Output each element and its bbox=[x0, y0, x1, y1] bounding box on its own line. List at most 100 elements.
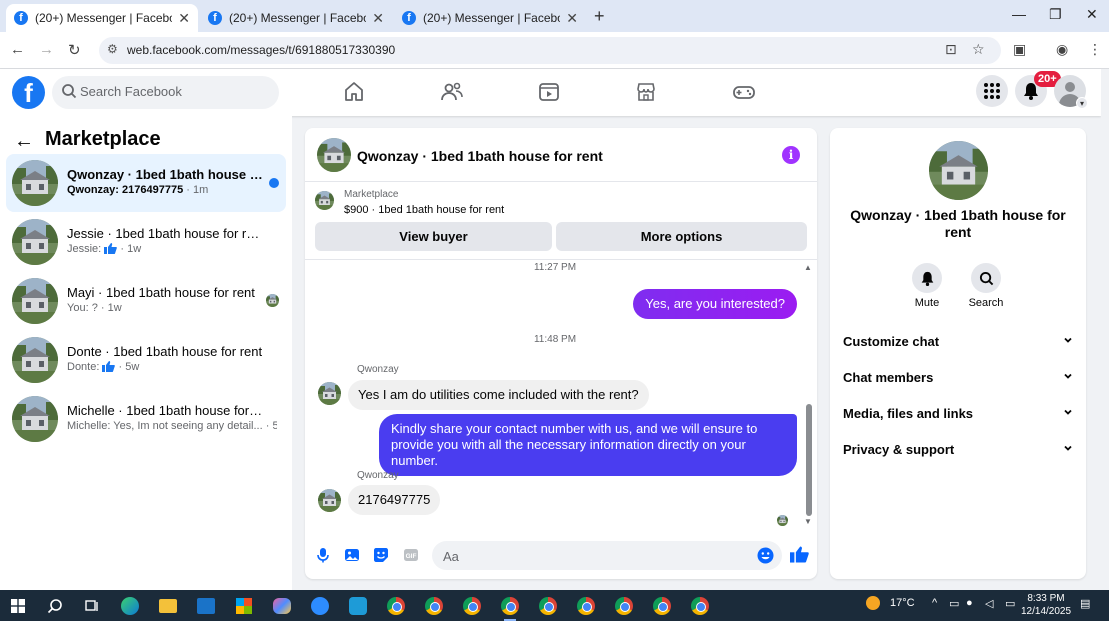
facebook-favicon-icon: f bbox=[14, 11, 28, 25]
task-view-icon[interactable] bbox=[79, 594, 103, 618]
app-tray-icon[interactable]: ● bbox=[966, 597, 973, 609]
sticker-icon[interactable] bbox=[373, 547, 389, 563]
chat-title[interactable]: Qwonzay · 1bed 1bath house for rent bbox=[357, 148, 603, 164]
chrome-icon[interactable] bbox=[498, 594, 522, 621]
forward-arrow-icon[interactable]: → bbox=[39, 41, 54, 58]
facebook-logo-icon[interactable]: f bbox=[12, 76, 45, 109]
search-conversation-button[interactable]: Search bbox=[956, 263, 1016, 309]
facebook-header: f Search Facebook 20+ ▾ bbox=[0, 69, 1101, 116]
message-list[interactable]: 11:27 PM Yes, are you interested? 11:48 … bbox=[305, 261, 817, 531]
close-tab-icon[interactable]: ✕ bbox=[566, 10, 578, 27]
tab-search-icon[interactable]: ▣ bbox=[1013, 41, 1026, 58]
conversation-item-jessie[interactable]: Jessie · 1bed 1bath house for rent Jessi… bbox=[6, 213, 286, 271]
back-arrow-icon[interactable]: ← bbox=[10, 41, 25, 58]
video-icon[interactable] bbox=[537, 80, 561, 104]
message-sender: Qwonzay bbox=[357, 470, 399, 481]
message-scrollbar[interactable] bbox=[806, 404, 812, 516]
menu-grid-button[interactable] bbox=[976, 75, 1008, 107]
edge-icon[interactable] bbox=[118, 594, 142, 618]
thumbs-up-icon bbox=[102, 361, 116, 372]
network-icon[interactable]: ▭ bbox=[949, 597, 959, 610]
browser-tab-2[interactable]: f (20+) Messenger | Facebook ✕ bbox=[200, 4, 392, 32]
chrome-icon[interactable] bbox=[384, 594, 408, 618]
reload-icon[interactable]: ↻ bbox=[68, 41, 81, 59]
conversation-item-mayi[interactable]: Mayi · 1bed 1bath house for rent You: ? … bbox=[6, 272, 286, 330]
photo-icon[interactable] bbox=[344, 547, 360, 563]
scroll-up-arrow-icon[interactable]: ▲ bbox=[804, 263, 812, 272]
chat-avatar[interactable] bbox=[317, 138, 351, 172]
search-icon[interactable] bbox=[43, 594, 67, 618]
microsoft-store-icon[interactable] bbox=[232, 594, 256, 618]
browser-menu-icon[interactable]: ⋮ bbox=[1088, 41, 1102, 58]
chrome-icon[interactable] bbox=[688, 594, 712, 618]
chrome-icon[interactable] bbox=[460, 594, 484, 618]
message-input[interactable]: Aa bbox=[432, 541, 782, 570]
site-info-icon[interactable]: ⚙ bbox=[107, 42, 118, 56]
close-tab-icon[interactable]: ✕ bbox=[372, 10, 384, 27]
sender-avatar bbox=[318, 489, 341, 512]
tab-title: (20+) Messenger | Facebook bbox=[35, 11, 172, 25]
gif-icon[interactable]: GIF bbox=[403, 547, 419, 563]
temperature[interactable]: 17°C bbox=[890, 597, 915, 609]
system-clock[interactable]: 8:33 PM 12/14/2025 bbox=[1021, 592, 1071, 618]
minimize-icon[interactable]: — bbox=[1012, 6, 1026, 22]
windows-taskbar: 17°C ^ ▭ ● ◁ ▭ 8:33 PM 12/14/2025 ▤ bbox=[0, 590, 1109, 621]
restore-icon[interactable]: ❐ bbox=[1049, 6, 1062, 23]
like-icon[interactable] bbox=[790, 545, 809, 564]
bookmark-star-icon[interactable]: ☆ bbox=[972, 41, 985, 58]
incoming-message[interactable]: Yes I am do utilities come included with… bbox=[348, 380, 649, 410]
outgoing-message[interactable]: Yes, are you interested? bbox=[633, 289, 797, 319]
emoji-icon[interactable] bbox=[757, 547, 774, 564]
chevron-down-icon[interactable]: ▾ bbox=[1076, 97, 1088, 109]
customize-chat-row[interactable]: Customize chat bbox=[843, 334, 1073, 354]
message-composer: GIF Aa bbox=[305, 536, 817, 579]
browser-tab-3[interactable]: f (20+) Messenger | Facebook ✕ bbox=[394, 4, 586, 32]
home-icon[interactable] bbox=[342, 80, 366, 104]
conversation-item-donte[interactable]: Donte · 1bed 1bath house for rent Donte:… bbox=[6, 331, 286, 389]
install-app-icon[interactable]: ⊡ bbox=[945, 41, 957, 58]
close-tab-icon[interactable]: ✕ bbox=[178, 10, 190, 27]
friends-icon[interactable] bbox=[440, 80, 464, 104]
notification-center-icon[interactable]: ▤ bbox=[1080, 597, 1090, 610]
close-window-icon[interactable]: ✕ bbox=[1086, 6, 1098, 23]
show-hidden-icons-icon[interactable]: ^ bbox=[932, 597, 937, 609]
chrome-icon[interactable] bbox=[422, 594, 446, 618]
privacy-support-row[interactable]: Privacy & support bbox=[843, 442, 1073, 462]
conversation-avatar bbox=[12, 160, 58, 206]
display-icon[interactable]: ▭ bbox=[1005, 597, 1015, 610]
address-bar[interactable]: ⚙ web.facebook.com/messages/t/6918805173… bbox=[99, 37, 1001, 64]
info-icon[interactable]: i bbox=[782, 146, 800, 164]
marketplace-icon[interactable] bbox=[634, 80, 658, 104]
file-explorer-icon[interactable] bbox=[156, 594, 180, 618]
page-scrollbar[interactable] bbox=[1101, 69, 1109, 590]
mute-button[interactable]: Mute bbox=[897, 263, 957, 309]
chrome-icon[interactable] bbox=[536, 594, 560, 618]
scroll-down-arrow-icon[interactable]: ▼ bbox=[804, 517, 812, 526]
speaker-icon[interactable]: ◁ bbox=[985, 597, 993, 610]
weather-icon[interactable] bbox=[866, 596, 880, 613]
media-files-links-row[interactable]: Media, files and links bbox=[843, 406, 1073, 426]
chrome-icon[interactable] bbox=[574, 594, 598, 618]
app-icon[interactable] bbox=[346, 594, 370, 618]
outgoing-message[interactable]: Kindly share your contact number with us… bbox=[379, 414, 797, 476]
app-icon[interactable] bbox=[308, 594, 332, 618]
outlook-icon[interactable] bbox=[194, 594, 218, 618]
conversation-item-michelle[interactable]: Michelle · 1bed 1bath house for rent Mic… bbox=[6, 390, 286, 448]
windows-start-icon[interactable] bbox=[6, 594, 30, 618]
view-buyer-button[interactable]: View buyer bbox=[315, 222, 552, 251]
facebook-search-box[interactable]: Search Facebook bbox=[52, 76, 279, 109]
new-tab-icon[interactable]: + bbox=[594, 6, 605, 27]
conversation-name: Mayi · 1bed 1bath house for rent bbox=[67, 285, 255, 300]
chat-members-row[interactable]: Chat members bbox=[843, 370, 1073, 390]
profile-icon[interactable]: ◉ bbox=[1056, 41, 1068, 58]
more-options-button[interactable]: More options bbox=[556, 222, 807, 251]
microphone-icon[interactable] bbox=[315, 547, 331, 563]
gaming-icon[interactable] bbox=[732, 80, 756, 104]
browser-tab-1[interactable]: f (20+) Messenger | Facebook ✕ bbox=[6, 4, 198, 32]
chrome-icon[interactable] bbox=[650, 594, 674, 618]
conversation-item-qwonzay[interactable]: Qwonzay · 1bed 1bath house for rent Qwon… bbox=[6, 154, 286, 212]
back-arrow-icon[interactable]: ← bbox=[14, 130, 34, 153]
incoming-message[interactable]: 2176497775 bbox=[348, 485, 441, 515]
chrome-icon[interactable] bbox=[612, 594, 636, 618]
copilot-icon[interactable] bbox=[270, 594, 294, 618]
